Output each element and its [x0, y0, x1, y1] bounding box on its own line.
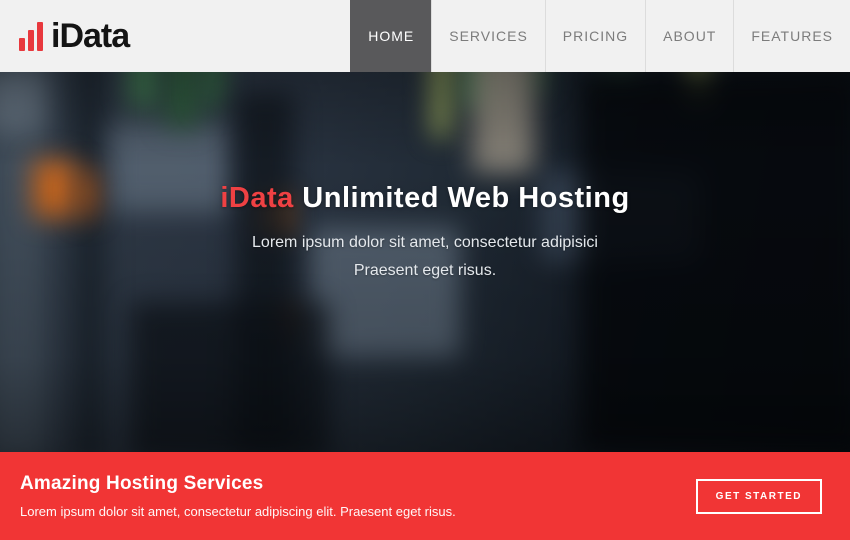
nav-item-services[interactable]: SERVICES — [431, 0, 545, 72]
cta-banner: Amazing Hosting Services Lorem ipsum dol… — [0, 452, 850, 540]
hero-title-accent: iData — [220, 182, 293, 214]
cta-text-block: Amazing Hosting Services Lorem ipsum dol… — [20, 473, 456, 519]
main-nav: HOME SERVICES PRICING ABOUT FEATURES — [350, 0, 850, 72]
logo-text: iData — [51, 17, 129, 56]
hero-section: iData Unlimited Web Hosting Lorem ipsum … — [0, 72, 850, 452]
nav-item-pricing[interactable]: PRICING — [545, 0, 645, 72]
hero-subtitle: Lorem ipsum dolor sit amet, consectetur … — [0, 229, 850, 285]
hero-content: iData Unlimited Web Hosting Lorem ipsum … — [0, 72, 850, 285]
nav-item-home[interactable]: HOME — [350, 0, 431, 72]
cta-subtitle: Lorem ipsum dolor sit amet, consectetur … — [20, 504, 456, 519]
nav-item-features[interactable]: FEATURES — [733, 0, 850, 72]
header: iData HOME SERVICES PRICING ABOUT FEATUR… — [0, 0, 850, 72]
hero-title: iData Unlimited Web Hosting — [0, 182, 850, 215]
nav-item-about[interactable]: ABOUT — [645, 0, 733, 72]
hero-title-rest: Unlimited Web Hosting — [294, 182, 630, 214]
logo[interactable]: iData — [0, 0, 129, 72]
get-started-button[interactable]: GET STARTED — [696, 479, 822, 514]
hero-subtitle-line1: Lorem ipsum dolor sit amet, consectetur … — [0, 229, 850, 257]
cta-title: Amazing Hosting Services — [20, 473, 456, 495]
hero-subtitle-line2: Praesent eget risus. — [0, 257, 850, 285]
bar-chart-icon — [19, 21, 43, 51]
page: iData HOME SERVICES PRICING ABOUT FEATUR… — [0, 0, 850, 540]
